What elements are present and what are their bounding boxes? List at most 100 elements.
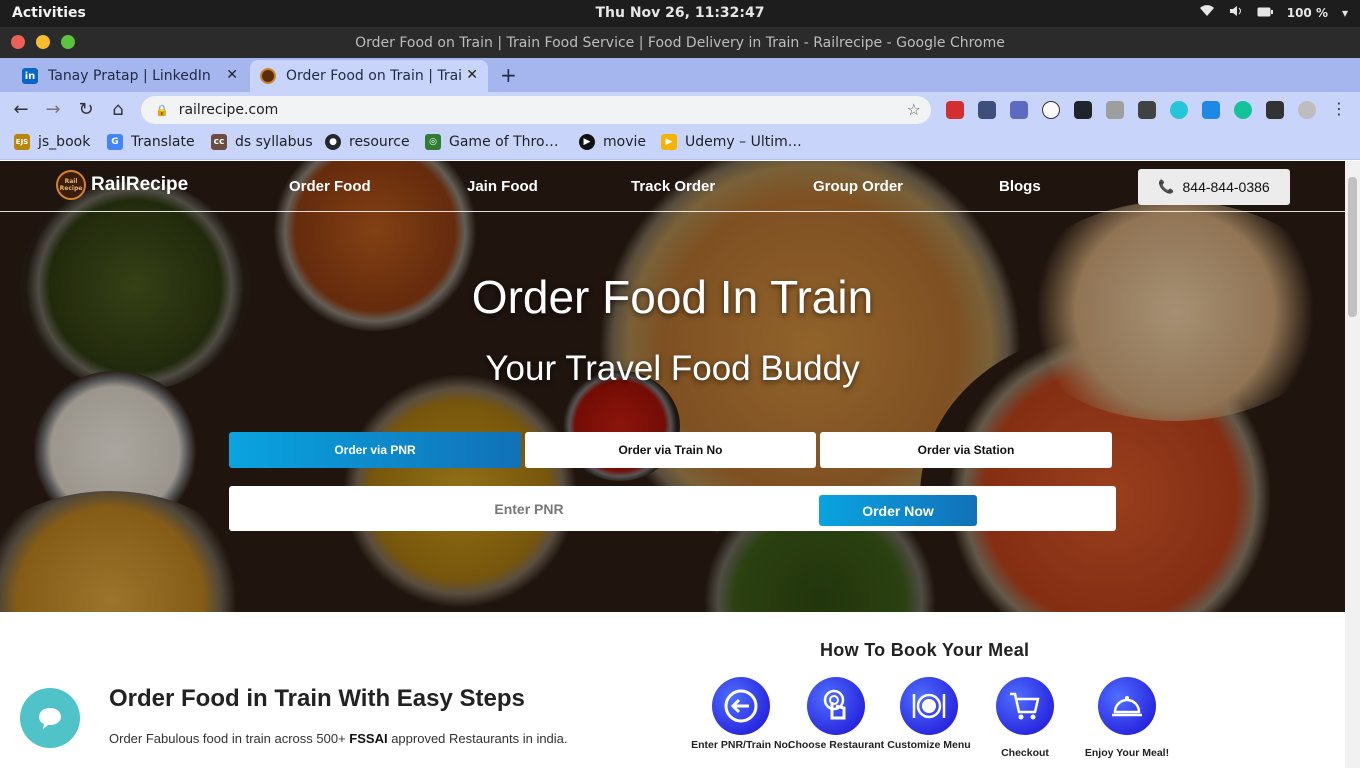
nav-jain-food[interactable]: Jain Food (467, 178, 538, 195)
reload-icon[interactable]: ↻ (75, 99, 97, 120)
menu-dots-icon[interactable]: ⋮ (1328, 99, 1350, 118)
phone-icon: 📞 (1158, 179, 1175, 194)
nav-track-order[interactable]: Track Order (631, 178, 715, 195)
extension-icon[interactable] (1202, 101, 1220, 119)
bookmarks-bar: EJS js_book G Translate cc ds syllabus ●… (0, 128, 1360, 160)
touch-icon (807, 677, 865, 735)
step-label: Checkout (1001, 747, 1049, 759)
step-enjoy-meal: Enjoy Your Meal! (1077, 677, 1177, 760)
easy-steps-text: Order Fabulous food in train across 500+… (109, 731, 568, 746)
translate-icon: G (107, 134, 123, 150)
nav-order-food[interactable]: Order Food (289, 178, 371, 195)
window-titlebar: Order Food on Train | Train Food Service… (0, 27, 1360, 58)
step-label: Customize Menu (887, 739, 971, 751)
hero-banner: Rail Recipe RailRecipe Order Food Jain Fo… (0, 161, 1345, 612)
clock[interactable]: Thu Nov 26, 11:32:47 (0, 5, 1360, 21)
new-tab-button[interactable]: + (500, 63, 517, 87)
chevron-down-icon: ▾ (1341, 5, 1348, 20)
fssai-highlight: FSSAI (349, 731, 388, 746)
react-devtools-icon[interactable] (1074, 101, 1092, 119)
bookmark-game-of-thrones[interactable]: ◎ Game of Thro… (425, 134, 559, 150)
cloche-icon (1098, 677, 1156, 735)
home-icon[interactable]: ⌂ (107, 99, 129, 120)
extensions-puzzle-icon[interactable] (1266, 101, 1284, 119)
brand-logo[interactable]: Rail Recipe RailRecipe (56, 170, 188, 200)
easy-steps-title: Order Food in Train With Easy Steps (109, 685, 525, 712)
bookmark-star-icon[interactable]: ☆ (907, 100, 921, 119)
tab-label: Order Food on Train | Trai (286, 68, 462, 84)
linkedin-icon: in (22, 68, 38, 84)
close-icon[interactable]: ✕ (226, 67, 238, 83)
volume-icon (1229, 5, 1243, 20)
tab-strip: in Tanay Pratap | LinkedIn ✕ Order Food … (0, 58, 1360, 92)
nav-group-order[interactable]: Group Order (813, 178, 903, 195)
browser-toolbar: ← → ↻ ⌂ 🔒 railrecipe.com ☆ ⋮ (0, 92, 1360, 128)
play-icon: ▶ (579, 134, 595, 150)
chat-widget-button[interactable] (20, 688, 80, 748)
step-enter-pnr: Enter PNR/Train No. (691, 677, 791, 752)
bookmark-label: Game of Thro… (449, 134, 559, 150)
pnr-form: Order Now (229, 486, 1116, 531)
tab-railrecipe[interactable]: Order Food on Train | Trai ✕ (250, 60, 488, 92)
text-segment: Order Fabulous food in train across 500+ (109, 731, 350, 746)
window-title: Order Food on Train | Train Food Service… (355, 35, 1005, 51)
bookmark-js-book[interactable]: EJS js_book (14, 134, 90, 150)
tab-label: Tanay Pratap | LinkedIn (48, 68, 211, 84)
extension-icon[interactable] (1042, 101, 1060, 119)
bookmark-label: resource (349, 134, 410, 150)
phone-number: 844-844-0386 (1182, 179, 1270, 195)
bookmark-ds-syllabus[interactable]: cc ds syllabus (211, 134, 313, 150)
github-icon: ● (325, 134, 341, 150)
bookmark-label: movie (603, 134, 646, 150)
system-tray[interactable]: 100 % ▾ (1199, 5, 1348, 20)
address-bar[interactable]: 🔒 railrecipe.com ☆ (141, 96, 931, 124)
os-top-bar: Activities Thu Nov 26, 11:32:47 100 % ▾ (0, 0, 1360, 27)
scrollbar-thumb[interactable] (1348, 177, 1357, 317)
bookmark-label: ds syllabus (235, 134, 313, 150)
battery-icon (1257, 6, 1273, 20)
avatar[interactable] (1298, 101, 1316, 119)
grammarly-icon[interactable] (1234, 101, 1252, 119)
tab-order-via-train-no[interactable]: Order via Train No (525, 432, 816, 468)
page-scrollbar[interactable] (1345, 161, 1360, 768)
bookmark-udemy[interactable]: ▶ Udemy – Ultim… (661, 134, 802, 150)
close-icon[interactable]: ✕ (466, 67, 478, 83)
extension-icon[interactable] (946, 101, 964, 119)
back-arrow-icon[interactable]: ← (10, 99, 32, 120)
nav-blogs[interactable]: Blogs (999, 178, 1041, 195)
chat-icon (39, 708, 61, 729)
bookmark-translate[interactable]: G Translate (107, 134, 195, 150)
bookmark-label: Udemy – Ultim… (685, 134, 802, 150)
how-to-book-title: How To Book Your Meal (820, 640, 1030, 660)
order-now-button[interactable]: Order Now (819, 495, 977, 526)
railrecipe-icon (260, 68, 276, 84)
cart-icon (996, 677, 1054, 735)
ejs-icon: EJS (14, 134, 30, 150)
step-label: Enjoy Your Meal! (1084, 747, 1170, 759)
lock-icon: 🔒 (155, 103, 169, 117)
page-viewport: Rail Recipe RailRecipe Order Food Jain Fo… (0, 161, 1345, 768)
step-label: Choose Restaurant (787, 739, 885, 751)
call-button[interactable]: 📞 844-844-0386 (1138, 169, 1290, 205)
step-choose-restaurant: Choose Restaurant (786, 677, 886, 752)
cc-icon: cc (211, 134, 227, 150)
tab-order-via-station[interactable]: Order via Station (820, 432, 1112, 468)
text-segment: approved Restaurants in india. (387, 731, 568, 746)
bookmark-movie[interactable]: ▶ movie (579, 134, 646, 150)
forward-arrow-icon[interactable]: → (42, 99, 64, 120)
url-text: railrecipe.com (178, 102, 279, 118)
plate-icon (900, 677, 958, 735)
railrecipe-logo-icon: Rail Recipe (56, 170, 86, 200)
pnr-input[interactable] (239, 494, 819, 524)
step-customize-menu: Customize Menu (879, 677, 979, 752)
tab-linkedin[interactable]: in Tanay Pratap | LinkedIn ✕ (12, 60, 248, 92)
step-checkout: Checkout (975, 677, 1075, 760)
extension-icon[interactable] (1106, 101, 1124, 119)
extension-icon[interactable] (1010, 101, 1028, 119)
tab-order-via-pnr[interactable]: Order via PNR (229, 432, 521, 468)
extension-icon[interactable] (1138, 101, 1156, 119)
bookmark-label: js_book (38, 134, 91, 150)
bookmark-resource[interactable]: ● resource (325, 134, 410, 150)
extension-icon[interactable] (1170, 101, 1188, 119)
extension-icon[interactable] (978, 101, 996, 119)
